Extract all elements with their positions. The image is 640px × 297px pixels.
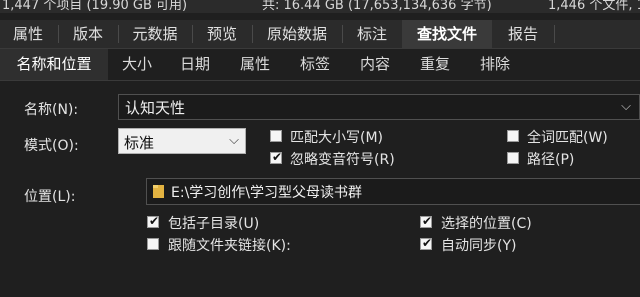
match-case-checkbox[interactable] <box>270 130 282 142</box>
tab-annotations[interactable]: 标注 <box>344 20 400 48</box>
subtab-size[interactable]: 大小 <box>110 49 164 80</box>
sub-tab-bar: 名称和位置 大小 日期 属性 标签 内容 重复 排除 <box>0 49 640 81</box>
status-bar: 1,447 个项目 (19.90 GB 可用) 共: 16.44 GB (17,… <box>0 0 640 13</box>
name-label: 名称(N): <box>24 102 79 118</box>
subtab-date[interactable]: 日期 <box>166 49 224 80</box>
subtab-tags[interactable]: 标签 <box>286 49 344 80</box>
tab-divider <box>554 25 555 43</box>
tab-divider <box>192 25 193 43</box>
follow-links-label: 跟随文件夹链接(K): <box>168 238 291 254</box>
location-label: 位置(L): <box>24 189 76 205</box>
name-combobox[interactable]: 认知天性 ⌵ <box>118 94 640 120</box>
subtab-exclude[interactable]: 排除 <box>466 49 524 80</box>
subtab-attributes[interactable]: 属性 <box>226 49 284 80</box>
checkmark-icon: ✔ <box>422 214 433 228</box>
main-tab-bar: 属性 版本 元数据 预览 原始数据 标注 查找文件 报告 <box>0 20 640 49</box>
chevron-down-icon[interactable]: ⌵ <box>229 133 239 148</box>
whole-word-label: 全词匹配(W) <box>527 130 608 146</box>
auto-sync-label: 自动同步(Y) <box>441 238 517 254</box>
tab-divider <box>252 25 253 43</box>
tab-metadata[interactable]: 元数据 <box>120 20 190 48</box>
mode-label: 模式(O): <box>24 138 79 154</box>
tab-divider <box>342 25 343 43</box>
status-item-count: 1,447 个项目 (19.90 GB 可用) <box>2 0 188 13</box>
chevron-down-icon[interactable]: ⌵ <box>621 99 631 114</box>
subtab-duplicates[interactable]: 重复 <box>406 49 464 80</box>
tab-divider <box>118 25 119 43</box>
location-field[interactable]: E:\学习创作\学习型父母读书群 <box>146 178 640 205</box>
ignore-diacritics-label: 忽略变音符号(R) <box>290 152 395 168</box>
ignore-diacritics-checkbox[interactable]: ✔ <box>270 150 283 164</box>
folder-icon <box>153 185 164 198</box>
mode-select[interactable]: 标准 ⌵ <box>118 128 246 154</box>
selected-location-label: 选择的位置(C) <box>441 216 532 232</box>
tab-find-files[interactable]: 查找文件 <box>402 20 492 48</box>
status-file-count: 1,446 个文件, 1 ... <box>548 0 640 13</box>
location-path[interactable]: E:\学习创作\学习型父母读书群 <box>171 182 362 202</box>
checkmark-icon: ✔ <box>149 214 160 228</box>
auto-sync-checkbox[interactable]: ✔ <box>420 236 433 250</box>
tab-report[interactable]: 报告 <box>494 20 552 48</box>
selected-location-checkbox[interactable]: ✔ <box>420 214 433 228</box>
subtab-name-location[interactable]: 名称和位置 <box>0 49 108 80</box>
tab-properties[interactable]: 属性 <box>0 20 56 48</box>
follow-links-checkbox[interactable] <box>147 238 159 250</box>
checkmark-icon: ✔ <box>422 236 433 250</box>
tab-preview[interactable]: 预览 <box>194 20 250 48</box>
subtab-content[interactable]: 内容 <box>346 49 404 80</box>
path-label: 路径(P) <box>527 152 575 168</box>
tab-version[interactable]: 版本 <box>60 20 116 48</box>
include-subfolders-label: 包括子目录(U) <box>168 216 260 232</box>
tab-raw-data[interactable]: 原始数据 <box>254 20 340 48</box>
mode-select-value: 标准 <box>124 134 155 152</box>
whole-word-checkbox[interactable] <box>507 130 519 142</box>
match-case-label: 匹配大小写(M) <box>290 130 384 146</box>
status-total-size: 共: 16.44 GB (17,653,134,636 字节) <box>262 0 492 13</box>
path-checkbox[interactable] <box>507 152 519 164</box>
checkmark-icon: ✔ <box>272 150 283 164</box>
include-subfolders-checkbox[interactable]: ✔ <box>147 214 160 228</box>
tab-divider <box>58 25 59 43</box>
name-input[interactable]: 认知天性 <box>125 97 185 118</box>
